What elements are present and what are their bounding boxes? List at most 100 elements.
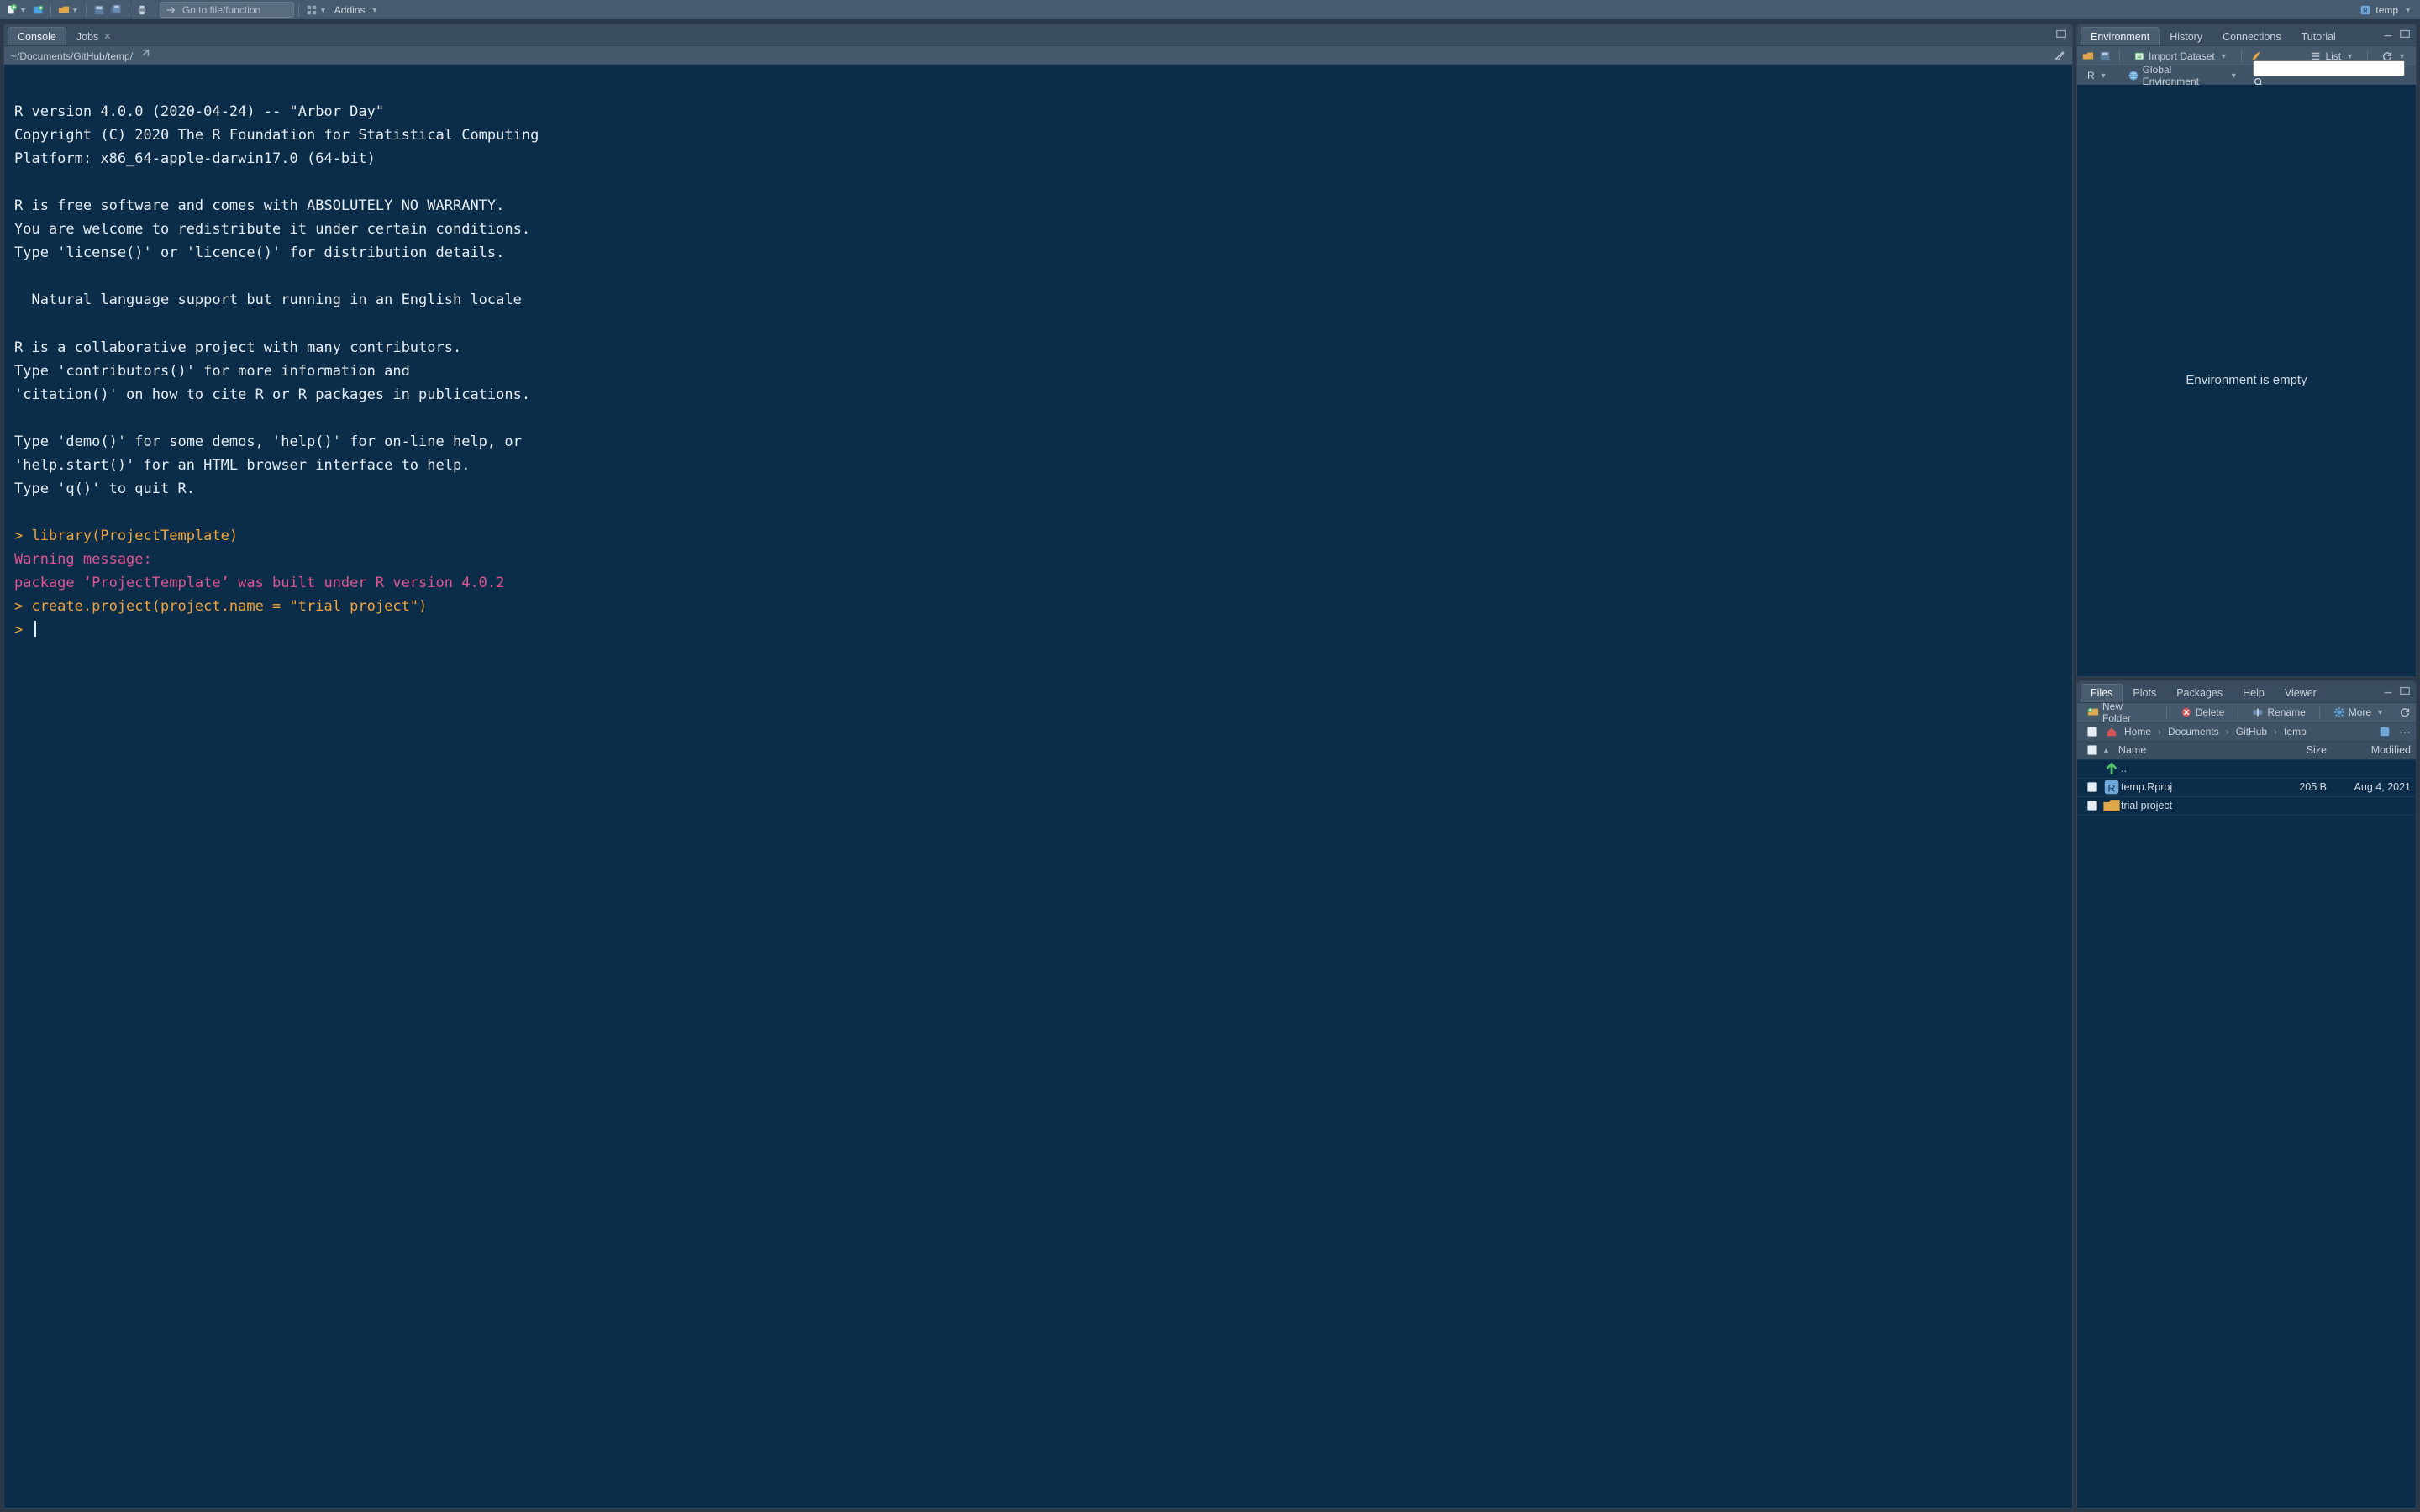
console-output[interactable]: R version 4.0.0 (2020-04-24) -- "Arbor D… bbox=[4, 65, 2072, 1508]
environment-body: Environment is empty bbox=[2077, 85, 2416, 676]
tab-packages[interactable]: Packages bbox=[2166, 684, 2233, 702]
delete-button[interactable]: Delete bbox=[2175, 706, 2230, 718]
rproj-icon: R bbox=[2102, 778, 2121, 796]
workspace: ConsoleJobs✕ ~/Documents/GitHub/temp/ R … bbox=[0, 20, 2420, 1512]
col-modified-header[interactable]: Modified bbox=[2333, 744, 2411, 756]
import-dataset-label: Import Dataset bbox=[2149, 50, 2215, 62]
col-name-header[interactable]: ▲Name bbox=[2102, 744, 2273, 756]
print-button[interactable] bbox=[134, 2, 150, 18]
popout-icon[interactable] bbox=[139, 48, 150, 60]
addins-label: Addins bbox=[334, 4, 366, 16]
files-row-up[interactable]: .. bbox=[2077, 760, 2416, 779]
refresh-files-icon[interactable] bbox=[2399, 706, 2411, 718]
project-label: temp bbox=[2375, 4, 2398, 16]
tab-tutorial[interactable]: Tutorial bbox=[2291, 27, 2346, 45]
new-project-button[interactable] bbox=[29, 2, 46, 18]
col-size-header[interactable]: Size bbox=[2273, 744, 2333, 756]
breadcrumb-checkbox[interactable] bbox=[2087, 727, 2097, 737]
new-folder-icon bbox=[2087, 706, 2099, 718]
save-all-icon bbox=[110, 4, 122, 16]
dropdown-icon: ▼ bbox=[319, 6, 327, 14]
more-button[interactable]: More ▼ bbox=[2328, 706, 2389, 718]
main-toolbar: ▼ ▼ Go to file/function ▼ Addins ▼ R tem… bbox=[0, 0, 2420, 20]
home-icon[interactable] bbox=[2106, 726, 2118, 738]
tab-history[interactable]: History bbox=[2160, 27, 2212, 45]
language-scope-label: R bbox=[2087, 70, 2095, 81]
pane-maximize-icon[interactable] bbox=[2399, 28, 2411, 39]
files-row[interactable]: trial project bbox=[2077, 797, 2416, 816]
env-search-input[interactable] bbox=[2253, 60, 2405, 76]
breadcrumb-segment[interactable]: GitHub bbox=[2233, 726, 2270, 738]
svg-text:R: R bbox=[2108, 783, 2116, 795]
rename-icon bbox=[2252, 706, 2264, 718]
tab-files[interactable]: Files bbox=[2081, 684, 2123, 702]
tab-connections[interactable]: Connections bbox=[2212, 27, 2291, 45]
more-path-icon[interactable]: ⋯ bbox=[2399, 726, 2411, 738]
addins-menu[interactable]: Addins ▼ bbox=[329, 4, 384, 16]
tab-viewer[interactable]: Viewer bbox=[2275, 684, 2327, 702]
environment-empty-message: Environment is empty bbox=[2186, 373, 2307, 387]
files-header: ▲Name Size Modified bbox=[2077, 742, 2416, 760]
breadcrumb-segment[interactable]: Home bbox=[2121, 726, 2154, 738]
project-menu[interactable]: R temp ▼ bbox=[2354, 4, 2417, 16]
goto-file-placeholder: Go to file/function bbox=[182, 4, 260, 16]
save-all-button[interactable] bbox=[108, 2, 124, 18]
environment-scope-bar: R ▼ Global Environment ▼ bbox=[2077, 66, 2416, 85]
pane-minimize-icon[interactable] bbox=[2382, 685, 2394, 696]
language-scope-button[interactable]: R ▼ bbox=[2082, 70, 2112, 81]
load-workspace-icon[interactable] bbox=[2082, 50, 2094, 62]
folder-icon bbox=[2102, 796, 2121, 815]
rename-button[interactable]: Rename bbox=[2247, 706, 2310, 718]
breadcrumb-segment[interactable]: temp bbox=[2281, 726, 2310, 738]
dropdown-icon: ▼ bbox=[2100, 71, 2107, 80]
save-workspace-icon[interactable] bbox=[2099, 50, 2111, 62]
import-dataset-button[interactable]: Import Dataset ▼ bbox=[2128, 50, 2233, 62]
pane-maximize-icon[interactable] bbox=[2399, 685, 2411, 696]
file-name: temp.Rproj bbox=[2121, 781, 2273, 793]
new-file-icon bbox=[6, 4, 18, 16]
row-checkbox[interactable] bbox=[2087, 801, 2097, 811]
files-list: ..Rtemp.Rproj205 BAug 4, 2021trial proje… bbox=[2077, 760, 2416, 1508]
files-tabstrip: FilesPlotsPackagesHelpViewer bbox=[2077, 681, 2416, 703]
new-folder-button[interactable]: New Folder bbox=[2082, 701, 2158, 724]
select-all-checkbox[interactable] bbox=[2087, 745, 2097, 755]
import-icon bbox=[2133, 50, 2145, 62]
files-row[interactable]: Rtemp.Rproj205 BAug 4, 2021 bbox=[2077, 779, 2416, 797]
tools-grid-button[interactable]: ▼ bbox=[303, 2, 329, 18]
chevron-right-icon: › bbox=[2274, 726, 2277, 738]
tab-console[interactable]: Console bbox=[8, 27, 66, 45]
tab-environment[interactable]: Environment bbox=[2081, 27, 2160, 45]
files-pane: FilesPlotsPackagesHelpViewer New Folder … bbox=[2076, 680, 2417, 1509]
file-size: 205 B bbox=[2273, 781, 2333, 793]
pane-minimize-icon[interactable] bbox=[2382, 28, 2394, 39]
breadcrumb-segment[interactable]: Documents bbox=[2165, 726, 2223, 738]
clear-console-icon[interactable] bbox=[2054, 50, 2065, 61]
close-icon[interactable]: ✕ bbox=[103, 31, 111, 42]
environment-tabstrip: EnvironmentHistoryConnectionsTutorial bbox=[2077, 24, 2416, 46]
goto-file-input[interactable]: Go to file/function bbox=[160, 2, 294, 18]
more-label: More bbox=[2349, 706, 2371, 718]
pane-maximize-icon[interactable] bbox=[2055, 28, 2067, 39]
globe-icon bbox=[2128, 70, 2139, 81]
tab-help[interactable]: Help bbox=[2233, 684, 2275, 702]
delete-icon bbox=[2181, 706, 2192, 718]
save-icon bbox=[93, 4, 105, 16]
row-checkbox[interactable] bbox=[2087, 782, 2097, 792]
project-icon: R bbox=[2360, 4, 2371, 16]
delete-label: Delete bbox=[2196, 706, 2225, 718]
svg-text:R: R bbox=[2364, 7, 2369, 14]
env-scope-button[interactable]: Global Environment ▼ bbox=[2123, 64, 2243, 87]
save-button[interactable] bbox=[91, 2, 108, 18]
open-file-button[interactable]: ▼ bbox=[55, 2, 82, 18]
tab-jobs[interactable]: Jobs✕ bbox=[66, 27, 122, 45]
console-working-dir: ~/Documents/GitHub/temp/ bbox=[11, 50, 133, 62]
tab-plots[interactable]: Plots bbox=[2123, 684, 2166, 702]
project-root-icon[interactable] bbox=[2379, 726, 2391, 738]
new-file-button[interactable]: ▼ bbox=[3, 2, 29, 18]
dropdown-icon: ▼ bbox=[2398, 52, 2406, 60]
dropdown-icon: ▼ bbox=[2230, 71, 2238, 80]
dropdown-icon: ▼ bbox=[2346, 52, 2354, 60]
chevron-right-icon: › bbox=[2226, 726, 2229, 738]
dropdown-icon: ▼ bbox=[371, 6, 378, 14]
up-arrow-icon bbox=[2102, 760, 2121, 779]
